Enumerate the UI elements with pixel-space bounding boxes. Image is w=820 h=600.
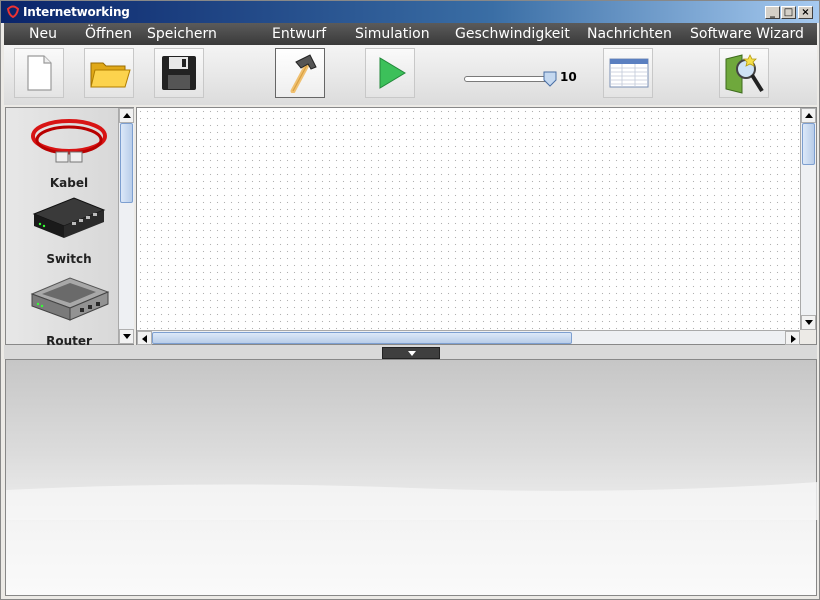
scroll-thumb[interactable] <box>802 123 815 165</box>
component-kabel[interactable]: Kabel <box>24 114 114 190</box>
simulation-play-button[interactable] <box>365 48 415 98</box>
arrow-up-icon <box>805 113 813 118</box>
speed-value: 10 <box>560 70 577 84</box>
scroll-up-button[interactable] <box>801 108 816 123</box>
network-canvas[interactable] <box>136 107 817 345</box>
palette-scrollbar[interactable] <box>118 108 134 344</box>
canvas-vertical-scrollbar[interactable] <box>800 108 816 330</box>
window-title: Internetworking <box>23 5 130 19</box>
menu-bar: Neu Öffnen Speichern Entwurf Simulation … <box>4 23 817 45</box>
scroll-thumb[interactable] <box>152 332 572 344</box>
canvas-horizontal-scrollbar[interactable] <box>137 330 800 345</box>
software-wizard-icon <box>725 54 764 94</box>
application-window: Internetworking _ □ × Neu Öffnen Speiche… <box>0 0 820 600</box>
slider-track <box>464 76 550 82</box>
scroll-corner <box>800 330 816 344</box>
new-button[interactable] <box>14 48 64 98</box>
open-button[interactable] <box>84 48 134 98</box>
arrow-left-icon <box>142 335 147 343</box>
software-wizard-button[interactable] <box>719 48 769 98</box>
hammer-icon <box>290 54 317 93</box>
menu-neu[interactable]: Neu <box>29 26 57 42</box>
collapse-panel-button[interactable] <box>382 347 440 359</box>
new-document-icon <box>27 55 52 91</box>
title-bar[interactable]: Internetworking _ □ × <box>1 1 819 23</box>
maximize-button[interactable]: □ <box>781 6 796 19</box>
menu-entwurf[interactable]: Entwurf <box>272 26 326 42</box>
open-folder-icon <box>90 62 131 88</box>
messages-button[interactable] <box>603 48 653 98</box>
component-label: Switch <box>46 252 92 266</box>
menu-software-wizard[interactable]: Software Wizard <box>690 26 804 42</box>
switch-icon <box>32 197 106 238</box>
arrow-right-icon <box>791 335 796 343</box>
scroll-up-button[interactable] <box>119 108 134 123</box>
scroll-left-button[interactable] <box>137 331 152 345</box>
scroll-right-button[interactable] <box>785 331 800 345</box>
app-logo-icon <box>6 5 20 19</box>
menu-simulation[interactable]: Simulation <box>355 26 430 42</box>
slider-thumb[interactable] <box>542 71 558 87</box>
scroll-down-button[interactable] <box>801 315 816 330</box>
cable-icon <box>31 119 107 163</box>
bottom-panel <box>5 359 818 596</box>
router-icon <box>30 277 110 321</box>
component-label: Kabel <box>49 176 89 190</box>
minimize-button[interactable]: _ <box>765 6 780 19</box>
menu-nachrichten[interactable]: Nachrichten <box>587 26 672 42</box>
close-button[interactable]: × <box>798 6 813 19</box>
menu-oeffnen[interactable]: Öffnen <box>85 26 132 42</box>
component-palette: Kabel Switch Router <box>5 107 134 348</box>
component-switch[interactable]: Switch <box>24 192 114 268</box>
split-divider[interactable] <box>4 345 817 359</box>
arrow-down-icon <box>805 320 813 325</box>
toolbar: 10 <box>4 45 817 105</box>
menu-geschwindigkeit[interactable]: Geschwindigkeit <box>455 26 570 42</box>
wave-decoration <box>6 482 818 520</box>
messages-table-icon <box>609 58 649 88</box>
arrow-down-icon <box>123 334 131 339</box>
chevron-down-icon <box>408 351 416 356</box>
scroll-thumb[interactable] <box>120 123 133 203</box>
save-button[interactable] <box>154 48 204 98</box>
menu-speichern[interactable]: Speichern <box>147 26 217 42</box>
arrow-up-icon <box>123 113 131 118</box>
component-router[interactable]: Router <box>24 270 114 348</box>
save-disk-icon <box>162 56 196 90</box>
design-mode-button[interactable] <box>275 48 325 98</box>
scroll-down-button[interactable] <box>119 329 134 344</box>
play-icon <box>379 57 406 89</box>
speed-slider[interactable] <box>464 71 557 87</box>
